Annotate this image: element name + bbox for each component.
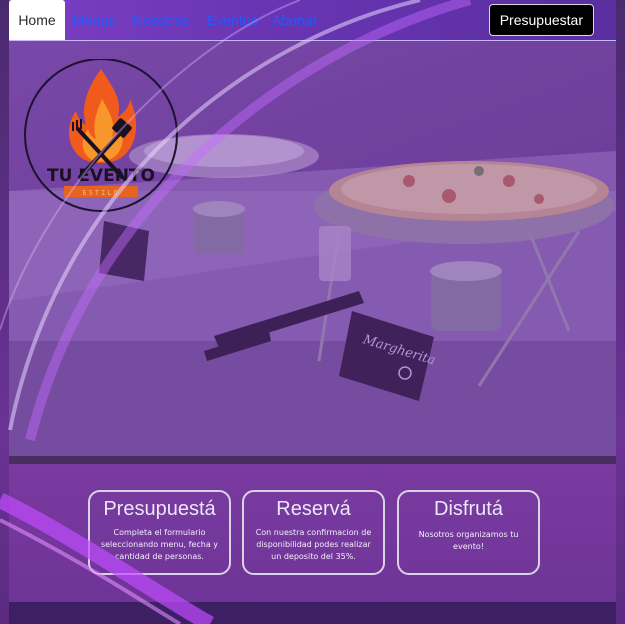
footer-strip [9,602,616,624]
page: Margherita TU EVENTO ESTILO Home Menus N… [0,0,625,624]
feature-text: Con nuestra confirmacion de disponibilid… [255,528,372,561]
nav-nosotros[interactable]: Nosotros [133,0,189,40]
feature-title: Disfrutá [434,498,503,520]
feature-title: Presupuestá [103,498,216,520]
nav-eventos[interactable]: Eventos [207,0,258,40]
nav-menus[interactable]: Menus [73,0,115,40]
hero-banner: Margherita TU EVENTO ESTILO [9,41,616,456]
logo-title: TU EVENTO [47,166,155,186]
feature-title: Reservá [276,498,351,520]
feature-card-reserva: Reservá Con nuestra confirmacion de disp… [242,490,385,575]
feature-text: Nosotros organizamos tu evento! [418,530,519,551]
divider-band [9,456,616,464]
logo-subtitle: ESTILO [82,189,119,197]
feature-card-disfruta: Disfrutá Nosotros organizamos tu evento! [397,490,540,575]
features-section: Presupuestá Completa el formulario selec… [9,464,616,602]
nav-home[interactable]: Home [9,0,65,40]
brand-logo[interactable]: TU EVENTO ESTILO [22,59,180,212]
top-navbar: Home Menus Nosotros Eventos Abonar Presu… [9,0,616,41]
feature-text: Completa el formulario seleccionando men… [100,528,219,561]
nav-abonar[interactable]: Abonar [272,0,317,40]
feature-card-presupuesta: Presupuestá Completa el formulario selec… [88,490,231,575]
presupuestar-button[interactable]: Presupuestar [488,4,594,36]
